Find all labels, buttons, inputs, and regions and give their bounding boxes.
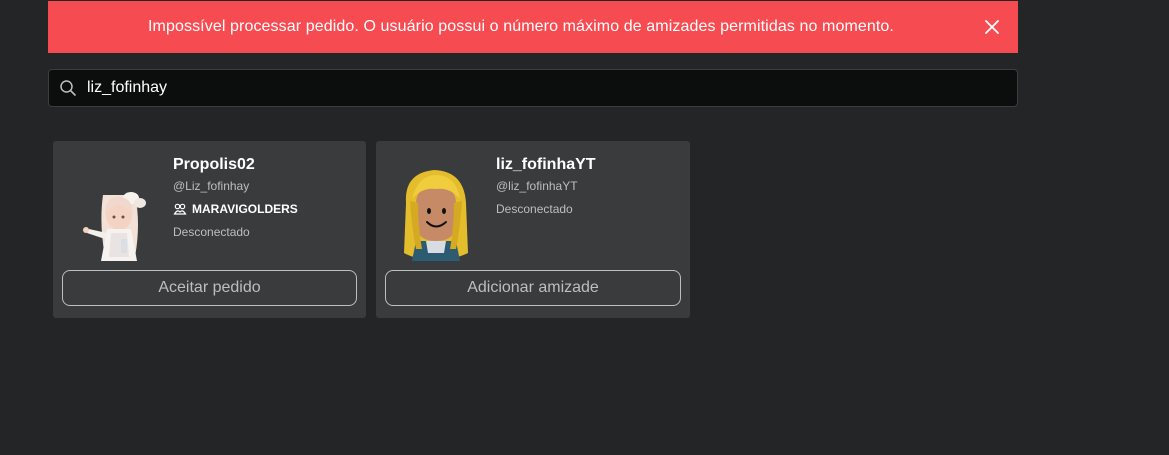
user-card[interactable]: liz_fofinhaYT @liz_fofinhaYT Desconectad… [376, 141, 690, 318]
user-card[interactable]: Propolis02 @Liz_fofinhay MARAVIGOLDERS D… [53, 141, 366, 318]
accept-request-button[interactable]: Aceitar pedido [62, 270, 357, 306]
group-icon [173, 202, 187, 216]
avatar[interactable] [65, 153, 161, 265]
add-friend-button[interactable]: Adicionar amizade [385, 270, 681, 306]
username: @Liz_fofinhay [173, 179, 250, 193]
toast-message: Impossível processar pedido. O usuário p… [148, 18, 894, 35]
username: @liz_fofinhaYT [496, 179, 578, 193]
error-toast: Impossível processar pedido. O usuário p… [48, 1, 1018, 53]
presence-status: Desconectado [496, 202, 573, 216]
user-info: Propolis02 @Liz_fofinhay MARAVIGOLDERS D… [173, 155, 358, 239]
display-name[interactable]: liz_fofinhaYT [496, 155, 682, 175]
group-name: MARAVIGOLDERS [192, 202, 298, 216]
group-badge[interactable]: MARAVIGOLDERS [173, 202, 358, 216]
avatar[interactable] [388, 153, 484, 265]
page: Impossível processar pedido. O usuário p… [0, 0, 1169, 455]
presence-status: Desconectado [173, 225, 250, 239]
user-info: liz_fofinhaYT @liz_fofinhaYT Desconectad… [496, 155, 682, 216]
display-name[interactable]: Propolis02 [173, 155, 358, 175]
search-icon [58, 78, 78, 98]
close-icon[interactable] [980, 15, 1004, 39]
search-box [48, 69, 1018, 107]
search-input[interactable] [87, 70, 1017, 106]
